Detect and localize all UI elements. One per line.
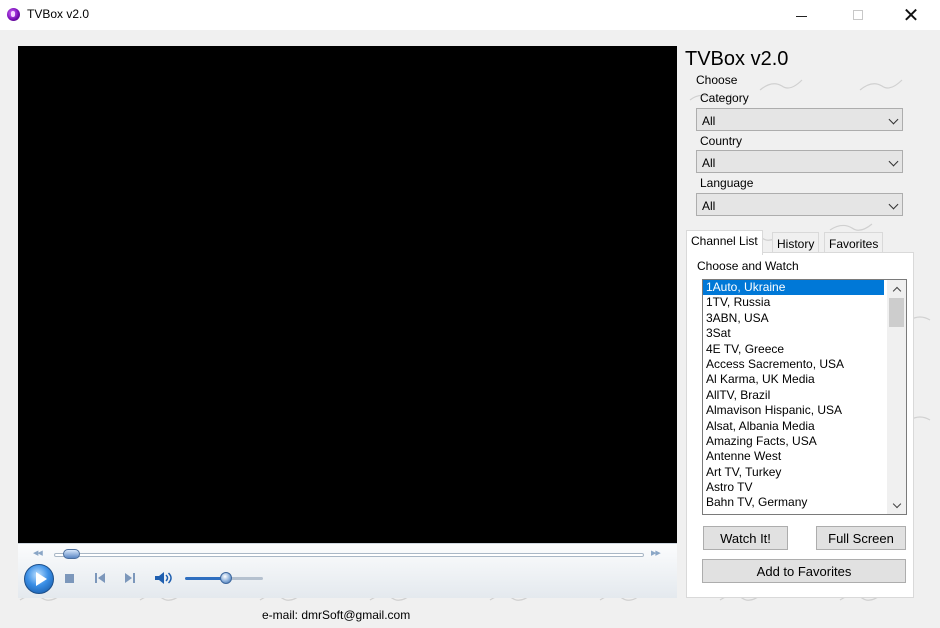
- client-area: ◀◀ ▶▶ e-mail: dmrSoft@gmail.com TVBox v2…: [0, 30, 940, 628]
- tab-favorites[interactable]: Favorites: [824, 232, 884, 254]
- seek-forward-icon[interactable]: ▶▶: [651, 549, 661, 557]
- category-select[interactable]: All: [696, 108, 903, 131]
- list-item[interactable]: Amazing Facts, USA: [703, 434, 884, 449]
- list-item[interactable]: 1Auto, Ukraine: [703, 280, 884, 296]
- channel-list-panel: Choose and Watch 1Auto, Ukraine 1TV, Russ…: [686, 252, 914, 598]
- add-to-favorites-button[interactable]: Add to Favorites: [702, 559, 906, 583]
- seek-bar[interactable]: [54, 553, 644, 557]
- chevron-up-icon: [892, 286, 901, 295]
- close-button[interactable]: ✕: [888, 0, 934, 30]
- list-item[interactable]: 4E TV, Greece: [703, 342, 884, 357]
- chevron-down-icon: [888, 199, 899, 210]
- country-select[interactable]: All: [696, 150, 903, 173]
- list-item[interactable]: Art TV, Turkey: [703, 465, 884, 480]
- seek-handle[interactable]: [62, 549, 80, 559]
- chevron-down-icon: [888, 114, 899, 125]
- scroll-down-button[interactable]: [887, 497, 906, 514]
- language-label: Language: [700, 176, 754, 190]
- next-icon[interactable]: [124, 572, 136, 584]
- window-title: TVBox v2.0: [27, 7, 90, 21]
- stop-icon[interactable]: [65, 574, 74, 583]
- list-item[interactable]: 3ABN, USA: [703, 311, 884, 326]
- watch-button[interactable]: Watch It!: [703, 526, 788, 550]
- list-item[interactable]: Bahn TV, Germany: [703, 495, 884, 510]
- country-value: All: [702, 156, 716, 170]
- language-select[interactable]: All: [696, 193, 903, 216]
- choose-and-watch-label: Choose and Watch: [697, 259, 799, 273]
- player-controls: ◀◀ ▶▶: [18, 543, 677, 598]
- contact-email: e-mail: dmrSoft@gmail.com: [262, 608, 411, 622]
- tab-channel-list[interactable]: Channel List: [686, 230, 763, 255]
- scroll-up-button[interactable]: [887, 280, 906, 297]
- chevron-down-icon: [888, 156, 899, 167]
- app-title: TVBox v2.0: [685, 48, 789, 70]
- list-item[interactable]: Access Sacremento, USA: [703, 357, 884, 372]
- list-item[interactable]: 3Sat: [703, 326, 884, 341]
- video-display[interactable]: [18, 46, 677, 543]
- list-item[interactable]: Almavison Hispanic, USA: [703, 403, 884, 418]
- list-item[interactable]: 1TV, Russia: [703, 295, 884, 310]
- maximize-icon: [853, 10, 863, 20]
- tab-history[interactable]: History: [772, 232, 820, 254]
- category-value: All: [702, 114, 716, 128]
- category-label: Category: [700, 91, 749, 105]
- channel-listbox[interactable]: 1Auto, Ukraine 1TV, Russia 3ABN, USA 3Sat 4E…: [702, 279, 907, 515]
- play-icon[interactable]: [24, 564, 54, 594]
- scroll-thumb[interactable]: [889, 298, 904, 327]
- list-item[interactable]: Alsat, Albania Media: [703, 419, 884, 434]
- list-item[interactable]: Astro TV: [703, 480, 884, 495]
- close-icon: ✕: [902, 4, 920, 27]
- list-item[interactable]: Al Karma, UK Media: [703, 372, 884, 387]
- minimize-icon: [795, 15, 807, 17]
- media-player: ◀◀ ▶▶: [18, 46, 677, 598]
- language-value: All: [702, 199, 716, 213]
- listbox-scrollbar[interactable]: [887, 280, 906, 514]
- previous-icon[interactable]: [94, 572, 106, 584]
- chevron-down-icon: [892, 499, 901, 508]
- channel-items: 1Auto, Ukraine 1TV, Russia 3ABN, USA 3Sat 4E…: [703, 280, 906, 511]
- seek-back-icon[interactable]: ◀◀: [33, 549, 43, 557]
- maximize-button[interactable]: [835, 0, 881, 30]
- volume-handle[interactable]: [219, 572, 232, 584]
- volume-icon[interactable]: [154, 571, 174, 585]
- minimize-button[interactable]: [778, 0, 824, 30]
- app-logo-icon: [7, 8, 20, 21]
- list-item[interactable]: Antenne West: [703, 449, 884, 464]
- country-label: Country: [700, 134, 743, 148]
- list-item[interactable]: AllTV, Brazil: [703, 388, 884, 403]
- title-bar: TVBox v2.0 ✕: [0, 0, 940, 30]
- choose-label: Choose: [696, 73, 738, 87]
- full-screen-button[interactable]: Full Screen: [816, 526, 906, 550]
